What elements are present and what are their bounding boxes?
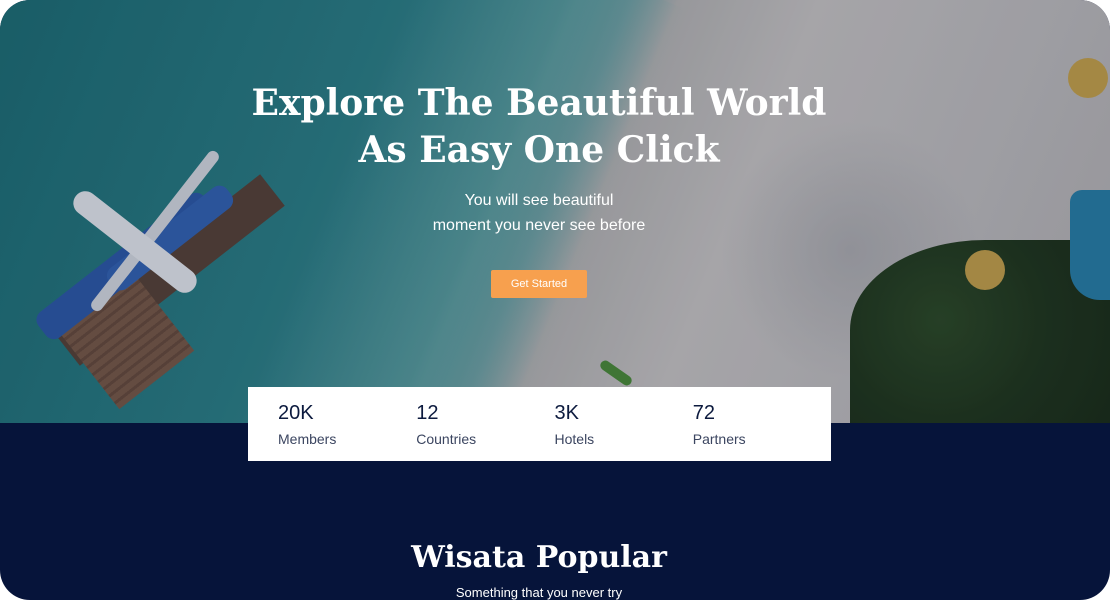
popular-section: Wisata Popular Something that you never … (0, 538, 1078, 600)
stat-partners: 72 Partners (693, 387, 831, 461)
stat-hotels: 3K Hotels (555, 387, 693, 461)
get-started-button[interactable]: Get Started (491, 270, 587, 298)
hero-subtitle: You will see beautiful moment you never … (0, 188, 1078, 238)
popular-section-subtitle: Something that you never try (455, 585, 623, 600)
stat-label: Members (278, 431, 337, 447)
stat-value: 3K (554, 402, 579, 424)
hero-banner: Explore The Beautiful World As Easy One … (0, 0, 1110, 423)
stats-card: 20K Members 12 Countries 3K Hotels 72 Pa… (248, 387, 831, 461)
hero-title-line-1: Explore The Beautiful World (251, 82, 827, 124)
stat-label: Hotels (554, 431, 595, 447)
popular-section-title: Wisata Popular (411, 540, 667, 575)
hero-content: Explore The Beautiful World As Easy One … (0, 80, 1078, 238)
hero-title-line-2: As Easy One Click (358, 129, 720, 171)
stat-members: 20K Members (278, 387, 416, 461)
hero-title: Explore The Beautiful World As Easy One … (0, 80, 1078, 174)
stat-countries: 12 Countries (416, 387, 554, 461)
stat-value: 20K (278, 402, 314, 424)
stat-value: 72 (692, 402, 715, 424)
hero-subtitle-line-1: You will see beautiful (464, 192, 614, 209)
hero-subtitle-line-2: moment you never see before (432, 217, 646, 234)
landing-page: Explore The Beautiful World As Easy One … (0, 0, 1110, 600)
stat-label: Countries (416, 431, 477, 447)
stat-value: 12 (416, 402, 439, 424)
stat-label: Partners (692, 431, 746, 447)
